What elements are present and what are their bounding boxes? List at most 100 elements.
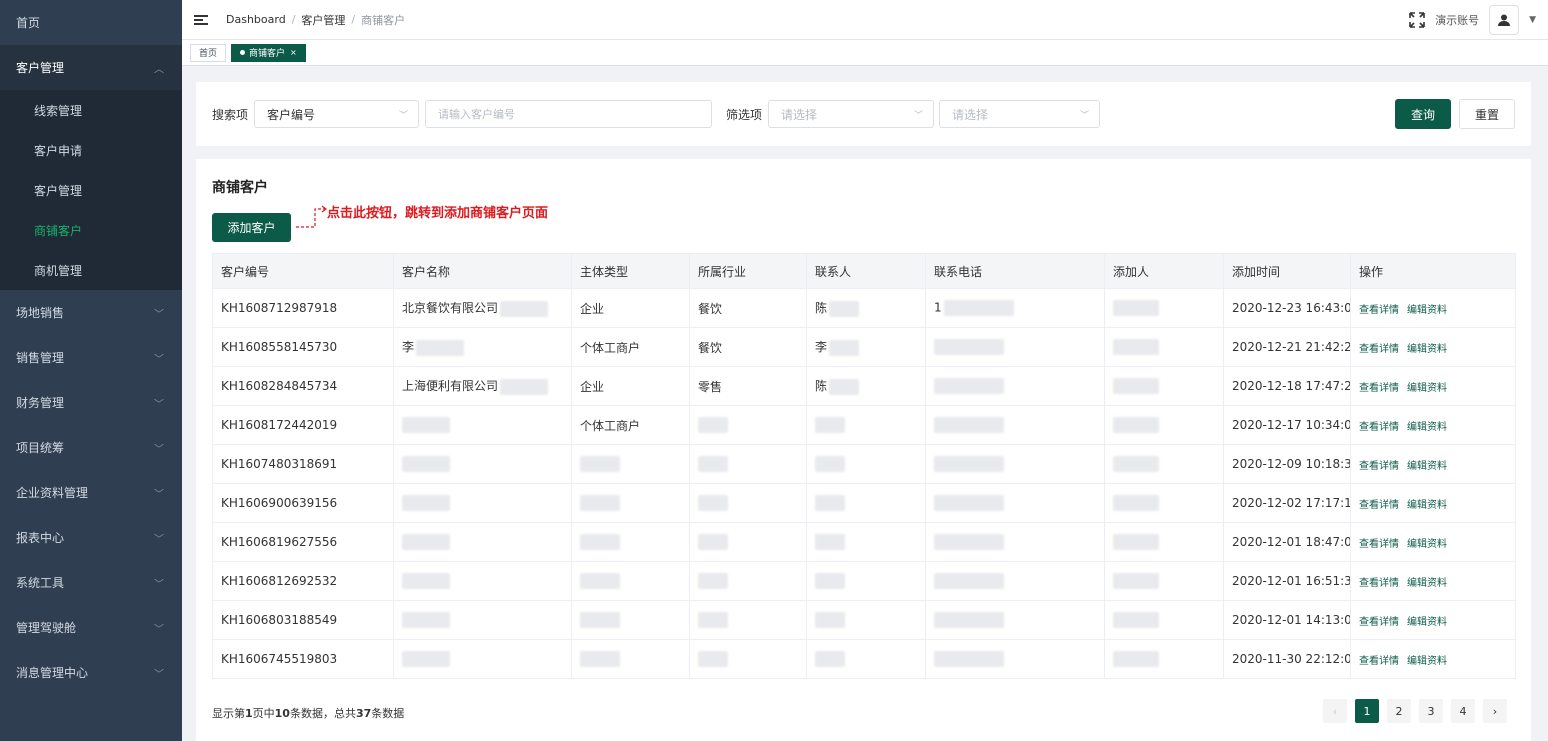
cell-industry: 餐饮 [689,327,807,367]
tags-view: 首页 商铺客户 × [182,40,1548,66]
redacted-block [934,534,1004,550]
cell-time: 2020-12-09 10:18:39 [1223,444,1351,484]
search-input[interactable]: 请输入客户编号 [425,100,713,128]
customer-submenu: 线索管理 客户申请 客户管理 商铺客户 商机管理 [0,90,182,290]
tag-home[interactable]: 首页 [190,43,227,62]
column-header[interactable]: 联系人 [806,253,926,289]
view-details-link[interactable]: 查看详情 [1359,461,1399,472]
edit-profile-link[interactable]: 编辑资料 [1407,656,1447,667]
view-details-link[interactable]: 查看详情 [1359,656,1399,667]
column-header[interactable]: 客户名称 [393,253,572,289]
close-icon[interactable]: × [290,48,297,57]
breadcrumb-home[interactable]: Dashboard [226,13,286,26]
cell-id: KH1606812692532 [212,561,394,601]
view-details-link[interactable]: 查看详情 [1359,305,1399,316]
sidebar-subitem-leads[interactable]: 线索管理 [0,90,182,130]
column-header[interactable]: 主体类型 [571,253,690,289]
edit-profile-link[interactable]: 编辑资料 [1407,305,1447,316]
account-name[interactable]: 演示账号 [1435,12,1479,28]
view-details-link[interactable]: 查看详情 [1359,578,1399,589]
menu-toggle-icon[interactable] [194,14,208,25]
redacted-block [402,456,450,472]
column-header[interactable]: 添加人 [1104,253,1224,289]
caret-down-icon[interactable]: ▼ [1529,15,1536,25]
edit-profile-link[interactable]: 编辑资料 [1407,500,1447,511]
select-placeholder: 请选择 [952,107,989,122]
redacted-block [934,495,1004,511]
cell-type [571,600,690,640]
view-details-link[interactable]: 查看详情 [1359,422,1399,433]
page-button-1[interactable]: 1 [1355,699,1379,723]
sidebar-subitem-shop-customers[interactable]: 商铺客户 [0,210,182,250]
filter-select-1[interactable]: 请选择 ﹀ [768,100,935,128]
sidebar-item-company-docs[interactable]: 企业资料管理 ﹀ [0,470,182,515]
edit-profile-link[interactable]: 编辑资料 [1407,383,1447,394]
sidebar-subitem-customers[interactable]: 客户管理 [0,170,182,210]
add-customer-button[interactable]: 添加客户 [212,213,291,242]
sidebar-item-projects[interactable]: 项目统筹 ﹀ [0,425,182,470]
filter-select-2[interactable]: 请选择 ﹀ [939,100,1101,128]
column-header[interactable]: 所属行业 [689,253,807,289]
view-details-link[interactable]: 查看详情 [1359,617,1399,628]
reset-button[interactable]: 重置 [1459,99,1515,129]
sidebar-item-customer-mgmt[interactable]: 客户管理 ︿ [0,45,182,90]
edit-profile-link[interactable]: 编辑资料 [1407,461,1447,472]
edit-profile-link[interactable]: 编辑资料 [1407,578,1447,589]
cell-phone [925,561,1105,601]
page-button-4[interactable]: 4 [1451,699,1475,723]
sidebar-item-sales-mgmt[interactable]: 销售管理 ﹀ [0,335,182,380]
view-details-link[interactable]: 查看详情 [1359,500,1399,511]
page-button-3[interactable]: 3 [1419,699,1443,723]
cell-time: 2020-11-30 22:12:00 [1223,639,1351,679]
prev-page-button[interactable]: ‹ [1323,699,1347,723]
column-header[interactable]: 客户编号 [212,253,394,289]
sidebar-item-cockpit[interactable]: 管理驾驶舱 ﹀ [0,605,182,650]
cell-added-by [1104,327,1224,367]
cell-added-by [1104,522,1224,562]
table-row: KH1606803188549 2020-12-01 14:13:09 查看详情 编辑… [212,600,1516,640]
sidebar-item-finance[interactable]: 财务管理 ﹀ [0,380,182,425]
redacted-block [580,495,620,511]
cell-text: 企业 [580,379,605,394]
cell-type: 企业 [571,366,690,406]
view-details-link[interactable]: 查看详情 [1359,539,1399,550]
cell-contact [806,561,926,601]
column-header[interactable]: 操作 [1350,253,1516,289]
redacted-block [1113,300,1159,316]
edit-profile-link[interactable]: 编辑资料 [1407,539,1447,550]
tag-shop-customers[interactable]: 商铺客户 × [231,43,306,62]
redacted-block [580,534,620,550]
column-header[interactable]: 添加时间 [1223,253,1351,289]
avatar[interactable] [1489,5,1520,35]
edit-profile-link[interactable]: 编辑资料 [1407,422,1447,433]
search-field-select[interactable]: 客户编号 ﹀ [254,100,420,128]
page-button-2[interactable]: 2 [1387,699,1411,723]
sidebar-item-tools[interactable]: 系统工具 ﹀ [0,560,182,605]
view-details-link[interactable]: 查看详情 [1359,344,1399,355]
chevron-down-icon: ﹀ [154,579,164,590]
sidebar-subitem-applications[interactable]: 客户申请 [0,130,182,170]
sidebar-item-messages[interactable]: 消息管理中心 ﹀ [0,650,182,695]
cell-industry [689,483,807,523]
column-header[interactable]: 联系电话 [925,253,1105,289]
sidebar-subitem-opportunities[interactable]: 商机管理 [0,250,182,290]
view-details-link[interactable]: 查看详情 [1359,383,1399,394]
sidebar-item-label: 财务管理 [16,396,65,410]
sidebar-item-reports[interactable]: 报表中心 ﹀ [0,515,182,560]
chevron-down-icon: ﹀ [154,624,164,635]
cell-actions: 查看详情 编辑资料 [1350,522,1516,562]
edit-profile-link[interactable]: 编辑资料 [1407,344,1447,355]
edit-profile-link[interactable]: 编辑资料 [1407,617,1447,628]
cell-phone [925,405,1105,445]
sidebar-item-home[interactable]: 首页 [0,0,182,45]
redacted-block [402,651,450,667]
cell-text: 陈 [815,379,828,394]
next-page-button[interactable]: › [1483,699,1507,723]
cell-contact: 李 [806,327,926,367]
cell-name [393,444,572,484]
table-row: KH1606812692532 2020-12-01 16:51:33 查看详情 编辑… [212,561,1516,601]
sidebar-item-venue-sales[interactable]: 场地销售 ﹀ [0,290,182,335]
query-button[interactable]: 查询 [1395,99,1451,129]
fullscreen-icon[interactable] [1409,12,1425,28]
top-navbar: Dashboard / 客户管理 / 商铺客户 演示账号 ▼ [182,0,1548,40]
